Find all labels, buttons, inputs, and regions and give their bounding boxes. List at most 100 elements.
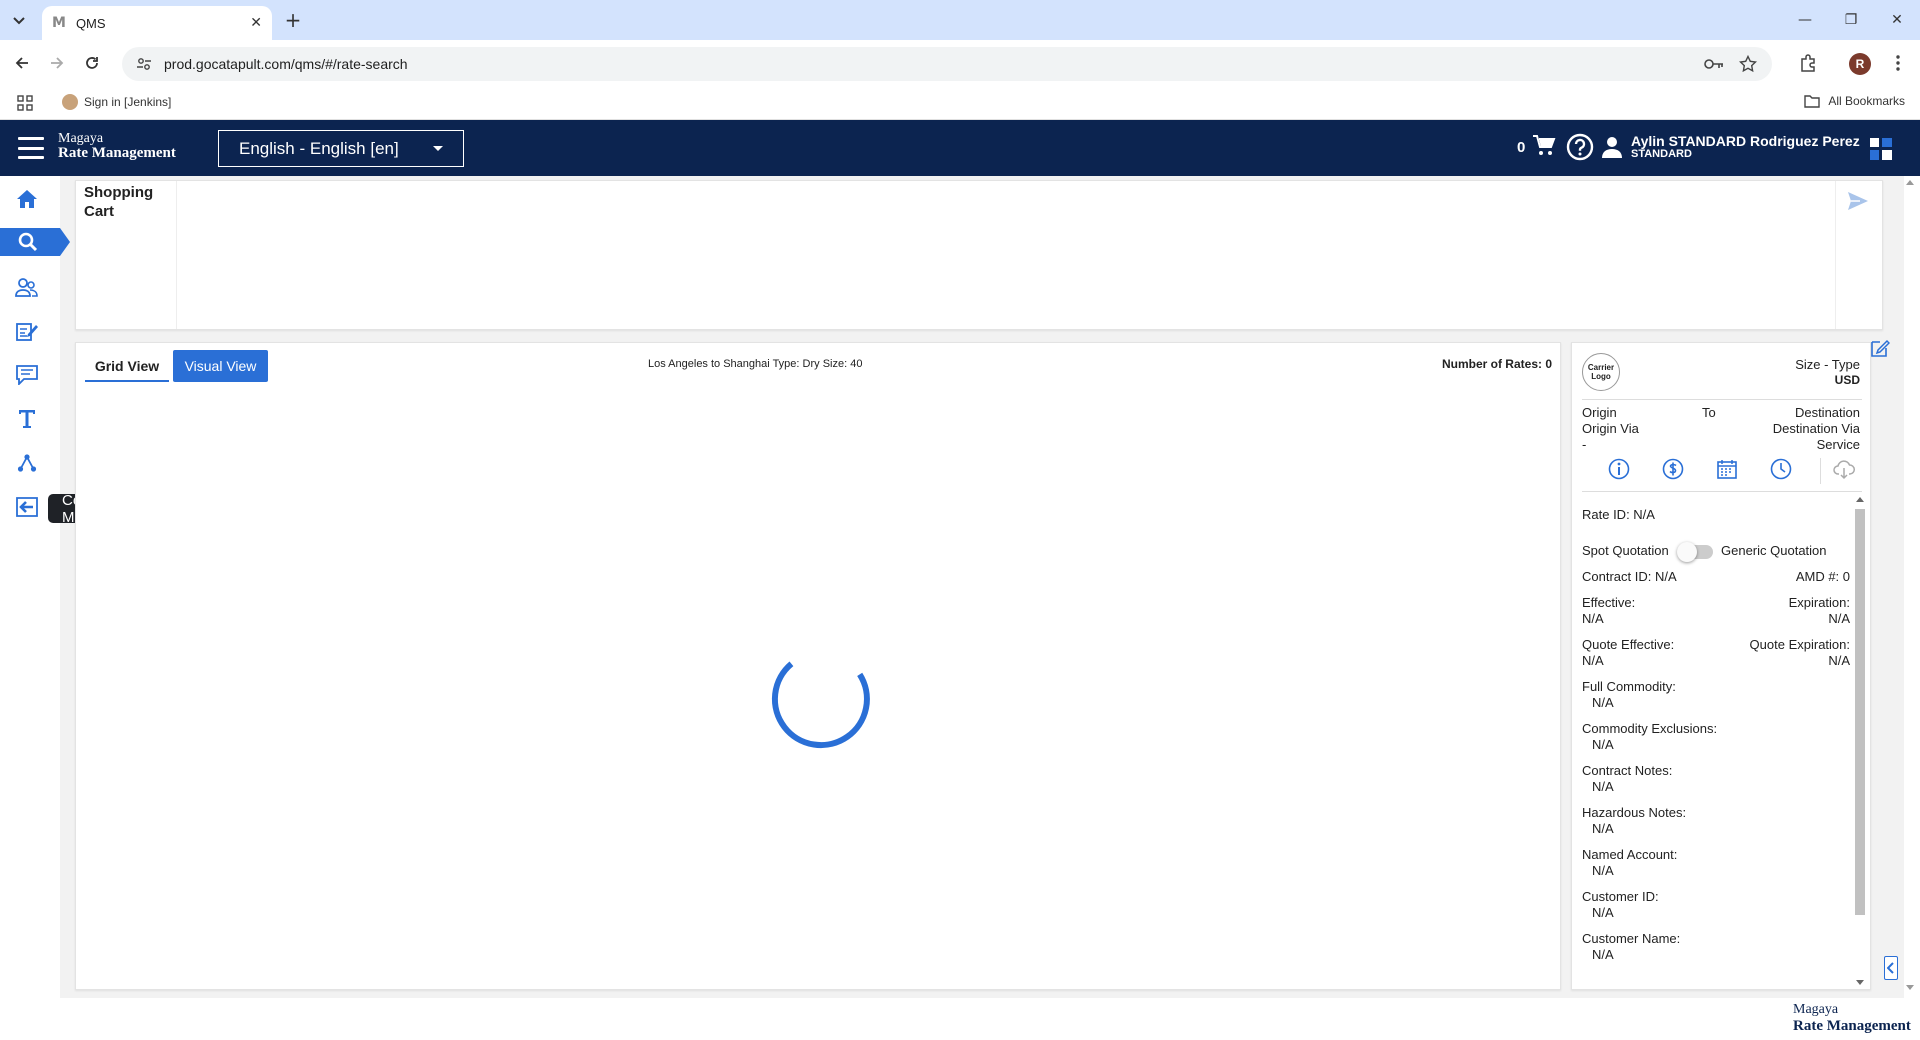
quote-expiration-label: Quote Expiration: [1749, 637, 1850, 652]
dollar-icon[interactable] [1662, 458, 1684, 480]
caret-down-icon [433, 146, 443, 151]
send-icon[interactable] [1846, 189, 1870, 213]
forward-button[interactable] [45, 51, 69, 75]
divider [1582, 399, 1862, 400]
effective-value: N/A [1582, 611, 1604, 626]
new-tab-button[interactable]: + [282, 9, 304, 31]
edit-icon[interactable] [1870, 338, 1890, 358]
loading-spinner-icon [771, 661, 870, 749]
destination-via-label: Destination Via [1772, 421, 1860, 436]
search-icon [18, 232, 38, 252]
calendar-icon[interactable] [1716, 458, 1738, 480]
tab-visual-view[interactable]: Visual View [173, 350, 268, 382]
rate-detail-panel: Carrier Logo Size - Type USD Origin To D… [1571, 342, 1871, 990]
restore-button[interactable]: ❐ [1828, 0, 1874, 40]
generic-quotation-label: Generic Quotation [1721, 543, 1827, 558]
reload-icon [86, 57, 98, 69]
scroll-down-arrow-icon[interactable] [1856, 980, 1864, 985]
divider [1582, 491, 1862, 492]
customer-id-value: N/A [1592, 905, 1614, 920]
clock-icon[interactable] [1770, 458, 1792, 480]
extensions-icon[interactable] [1796, 51, 1820, 75]
quotation-type-toggle[interactable] [1677, 542, 1713, 562]
address-bar: prod.gocatapult.com/qms/#/rate-search R [0, 40, 1920, 86]
apps-grid-icon[interactable] [17, 95, 33, 111]
cart-count: 0 [1517, 139, 1526, 156]
customer-id-label: Customer ID: [1582, 889, 1659, 904]
all-bookmarks[interactable]: All Bookmarks [1804, 94, 1905, 108]
detail-scrollbar[interactable] [1854, 495, 1866, 989]
language-select[interactable]: English - English [en] [218, 130, 464, 167]
sidebar-item-customers[interactable] [0, 269, 60, 305]
tab-title: QMS [75, 15, 106, 31]
number-of-rates: Number of Rates: 0 [1441, 357, 1552, 371]
close-window-button[interactable]: ✕ [1874, 0, 1920, 40]
scroll-thumb[interactable] [1855, 509, 1865, 915]
arrow-left-icon [15, 57, 28, 69]
sidebar-item-text[interactable] [0, 401, 60, 437]
contract-notes-value: N/A [1592, 779, 1614, 794]
hazardous-notes-label: Hazardous Notes: [1582, 805, 1687, 820]
site-info-icon[interactable] [136, 56, 152, 72]
chevron-left-icon [1887, 962, 1894, 974]
full-commodity-label: Full Commodity: [1582, 679, 1676, 694]
home-icon [17, 190, 37, 208]
brand-logo[interactable]: Magaya Rate Management [58, 131, 176, 161]
user-role: STANDARD [1631, 148, 1692, 160]
info-icon[interactable] [1608, 458, 1630, 480]
named-account-label: Named Account: [1582, 847, 1678, 862]
users-icon [15, 278, 38, 297]
origin-label: Origin [1582, 405, 1617, 420]
spot-quotation-label: Spot Quotation [1582, 543, 1669, 558]
page-scroll-up-icon[interactable] [1906, 180, 1914, 185]
bookmark-star-icon[interactable] [1738, 54, 1758, 74]
app-switcher-icon[interactable] [1870, 138, 1892, 160]
to-label: To [1702, 405, 1716, 420]
help-icon[interactable] [1566, 133, 1594, 161]
hamburger-menu-icon[interactable] [18, 137, 44, 159]
url-omnibox[interactable]: prod.gocatapult.com/qms/#/rate-search [122, 47, 1772, 81]
dash-value: - [1582, 437, 1587, 452]
quote-effective-label: Quote Effective: [1582, 637, 1675, 652]
bookmarks-bar: Sign in [Jenkins] All Bookmarks [0, 86, 1920, 120]
sidebar-item-messages[interactable] [0, 357, 60, 393]
footer-brand-line2: Rate Management [1793, 1018, 1911, 1034]
customer-name-value: N/A [1592, 947, 1614, 962]
reload-button[interactable] [80, 51, 104, 75]
app-header: Magaya Rate Management English - English… [0, 120, 1920, 176]
contract-icon [16, 323, 38, 341]
tab-grid-view[interactable]: Grid View [85, 351, 169, 382]
detail-scroll-area[interactable]: Rate ID: N/A Spot Quotation Generic Quot… [1572, 495, 1870, 989]
minimize-button[interactable]: — [1782, 0, 1828, 40]
tab-search-button[interactable] [8, 10, 30, 32]
back-button[interactable] [10, 51, 34, 75]
url-text[interactable]: prod.gocatapult.com/qms/#/rate-search [164, 56, 1690, 72]
page-scroll-down-icon[interactable] [1906, 985, 1914, 990]
origin-via-label: Origin Via [1582, 421, 1639, 436]
sidebar-item-contract-management[interactable] [0, 313, 60, 349]
browser-tab[interactable]: M QMS ✕ [42, 6, 272, 40]
sidebar-item-network[interactable] [0, 445, 60, 481]
sidebar-item-rate-search[interactable] [0, 228, 72, 256]
profile-avatar[interactable]: R [1849, 53, 1871, 75]
footer-brand: Magaya Rate Management [1793, 1002, 1911, 1034]
carrier-logo-text: Carrier [1587, 363, 1615, 372]
tab-close-icon[interactable]: ✕ [250, 15, 262, 31]
folder-icon [1804, 95, 1821, 108]
sidebar-item-home[interactable] [0, 181, 60, 217]
cloud-download-icon[interactable] [1833, 458, 1855, 480]
tab-favicon: M [52, 15, 66, 31]
scroll-up-arrow-icon[interactable] [1856, 497, 1864, 502]
detail-icon-row [1582, 458, 1862, 488]
collapse-panel-button[interactable] [1884, 956, 1898, 980]
browser-menu-icon[interactable] [1888, 51, 1908, 75]
bookmark-jenkins[interactable]: Sign in [Jenkins] [62, 94, 171, 110]
carrier-logo-text: Logo [1591, 372, 1611, 381]
chat-icon [16, 365, 38, 385]
chevron-down-icon [13, 17, 25, 25]
destination-label: Destination [1794, 405, 1860, 420]
cart-icon[interactable] [1532, 134, 1556, 158]
user-info[interactable]: Aylin STANDARD Rodriguez Perez STANDARD [1631, 134, 1860, 161]
arrow-right-icon [51, 57, 64, 69]
password-key-icon[interactable] [1704, 54, 1724, 74]
